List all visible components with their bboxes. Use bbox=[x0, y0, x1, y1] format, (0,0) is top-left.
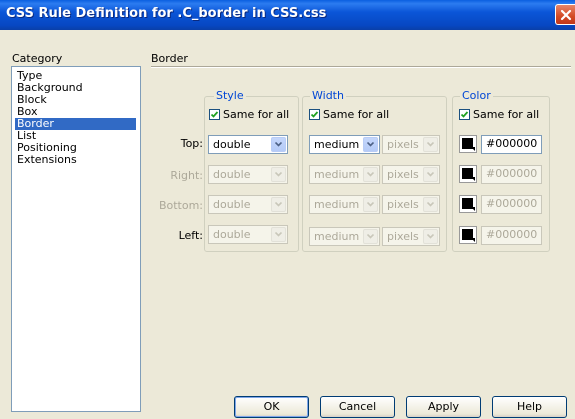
dropdown-arrow[interactable] bbox=[423, 197, 438, 212]
chevron-down-icon bbox=[275, 202, 282, 207]
checkmark-icon bbox=[310, 110, 319, 118]
chevron-down-icon bbox=[427, 142, 434, 147]
dropdown-triangle-icon bbox=[471, 177, 475, 181]
chevron-down-icon bbox=[427, 234, 434, 239]
dropdown-arrow[interactable] bbox=[423, 137, 438, 152]
dropdown-arrow[interactable] bbox=[423, 229, 438, 244]
style-bottom-select[interactable]: double bbox=[208, 195, 288, 214]
style-right-select[interactable]: double bbox=[208, 165, 288, 184]
width-left-value: medium bbox=[314, 230, 360, 243]
section-divider bbox=[151, 66, 571, 68]
color-left-input[interactable]: #000000 bbox=[481, 226, 542, 245]
window-title: CSS Rule Definition for .C_border in CSS… bbox=[6, 6, 327, 21]
ok-button[interactable]: OK bbox=[234, 396, 309, 418]
width-right-value: medium bbox=[314, 168, 360, 181]
category-item-extensions[interactable]: Extensions bbox=[15, 154, 136, 166]
width-top-select[interactable]: medium bbox=[309, 135, 380, 154]
dropdown-triangle-icon bbox=[471, 238, 475, 242]
category-list[interactable]: Type Background Block Box Border List Po… bbox=[11, 66, 141, 412]
style-top-value: double bbox=[213, 138, 251, 151]
width-left-unit-value: pixels bbox=[387, 230, 419, 243]
width-legend: Width bbox=[310, 89, 346, 102]
chevron-down-icon bbox=[275, 172, 282, 177]
chevron-down-icon bbox=[367, 202, 374, 207]
apply-button[interactable]: Apply bbox=[406, 396, 481, 418]
row-label-right: Right: bbox=[170, 169, 203, 182]
style-same-for-all-checkbox[interactable]: Same for all bbox=[209, 108, 289, 122]
color-top-input[interactable]: #000000 bbox=[481, 135, 542, 154]
row-label-top: Top: bbox=[180, 137, 203, 150]
chevron-down-icon bbox=[275, 232, 282, 237]
style-legend: Style bbox=[214, 89, 246, 102]
checkbox-box[interactable] bbox=[459, 108, 470, 120]
chevron-down-icon bbox=[427, 172, 434, 177]
color-legend: Color bbox=[460, 89, 493, 102]
dropdown-triangle-icon bbox=[471, 207, 475, 211]
color-bottom-picker[interactable] bbox=[459, 195, 477, 213]
cancel-button[interactable]: Cancel bbox=[320, 396, 395, 418]
width-bottom-unit-value: pixels bbox=[387, 198, 419, 211]
width-bottom-unit-select[interactable]: pixels bbox=[382, 195, 440, 214]
dropdown-arrow[interactable] bbox=[271, 167, 286, 182]
color-right-input[interactable]: #000000 bbox=[481, 165, 542, 184]
section-title: Border bbox=[151, 52, 188, 65]
dropdown-arrow[interactable] bbox=[271, 137, 286, 152]
dropdown-arrow[interactable] bbox=[271, 227, 286, 242]
help-button[interactable]: Help bbox=[492, 396, 567, 418]
checkbox-box[interactable] bbox=[309, 108, 320, 120]
close-button[interactable] bbox=[555, 4, 575, 25]
style-top-select[interactable]: double bbox=[208, 135, 288, 154]
style-left-select[interactable]: double bbox=[208, 225, 288, 244]
width-same-for-all-label: Same for all bbox=[323, 108, 390, 121]
width-right-select[interactable]: medium bbox=[309, 165, 380, 184]
chevron-down-icon bbox=[367, 234, 374, 239]
width-top-value: medium bbox=[314, 138, 360, 151]
style-right-value: double bbox=[213, 168, 251, 181]
dropdown-arrow[interactable] bbox=[363, 137, 378, 152]
width-left-select[interactable]: medium bbox=[309, 227, 380, 246]
row-label-bottom: Bottom: bbox=[158, 199, 203, 212]
dropdown-arrow[interactable] bbox=[363, 229, 378, 244]
color-top-picker[interactable] bbox=[459, 135, 477, 153]
chevron-down-icon bbox=[367, 142, 374, 147]
checkmark-icon bbox=[210, 110, 219, 118]
style-left-value: double bbox=[213, 228, 251, 241]
dropdown-arrow[interactable] bbox=[363, 167, 378, 182]
dropdown-arrow[interactable] bbox=[423, 167, 438, 182]
color-right-picker[interactable] bbox=[459, 165, 477, 183]
width-top-unit-select[interactable]: pixels bbox=[382, 135, 440, 154]
style-bottom-value: double bbox=[213, 198, 251, 211]
width-bottom-value: medium bbox=[314, 198, 360, 211]
dropdown-triangle-icon bbox=[471, 147, 475, 151]
width-top-unit-value: pixels bbox=[387, 138, 419, 151]
width-right-unit-value: pixels bbox=[387, 168, 419, 181]
width-left-unit-select[interactable]: pixels bbox=[382, 227, 440, 246]
dropdown-arrow[interactable] bbox=[271, 197, 286, 212]
width-right-unit-select[interactable]: pixels bbox=[382, 165, 440, 184]
color-same-for-all-label: Same for all bbox=[473, 108, 540, 121]
close-icon bbox=[560, 9, 572, 21]
checkmark-icon bbox=[460, 110, 469, 118]
chevron-down-icon bbox=[275, 142, 282, 147]
color-same-for-all-checkbox[interactable]: Same for all bbox=[459, 108, 539, 122]
chevron-down-icon bbox=[427, 202, 434, 207]
style-same-for-all-label: Same for all bbox=[223, 108, 290, 121]
width-same-for-all-checkbox[interactable]: Same for all bbox=[309, 108, 389, 122]
category-label: Category bbox=[12, 52, 63, 65]
title-bar: CSS Rule Definition for .C_border in CSS… bbox=[0, 0, 575, 30]
checkbox-box[interactable] bbox=[209, 108, 220, 120]
width-bottom-select[interactable]: medium bbox=[309, 195, 380, 214]
color-bottom-input[interactable]: #000000 bbox=[481, 195, 542, 214]
row-label-left: Left: bbox=[178, 229, 203, 242]
dropdown-arrow[interactable] bbox=[363, 197, 378, 212]
chevron-down-icon bbox=[367, 172, 374, 177]
color-left-picker[interactable] bbox=[459, 226, 477, 244]
